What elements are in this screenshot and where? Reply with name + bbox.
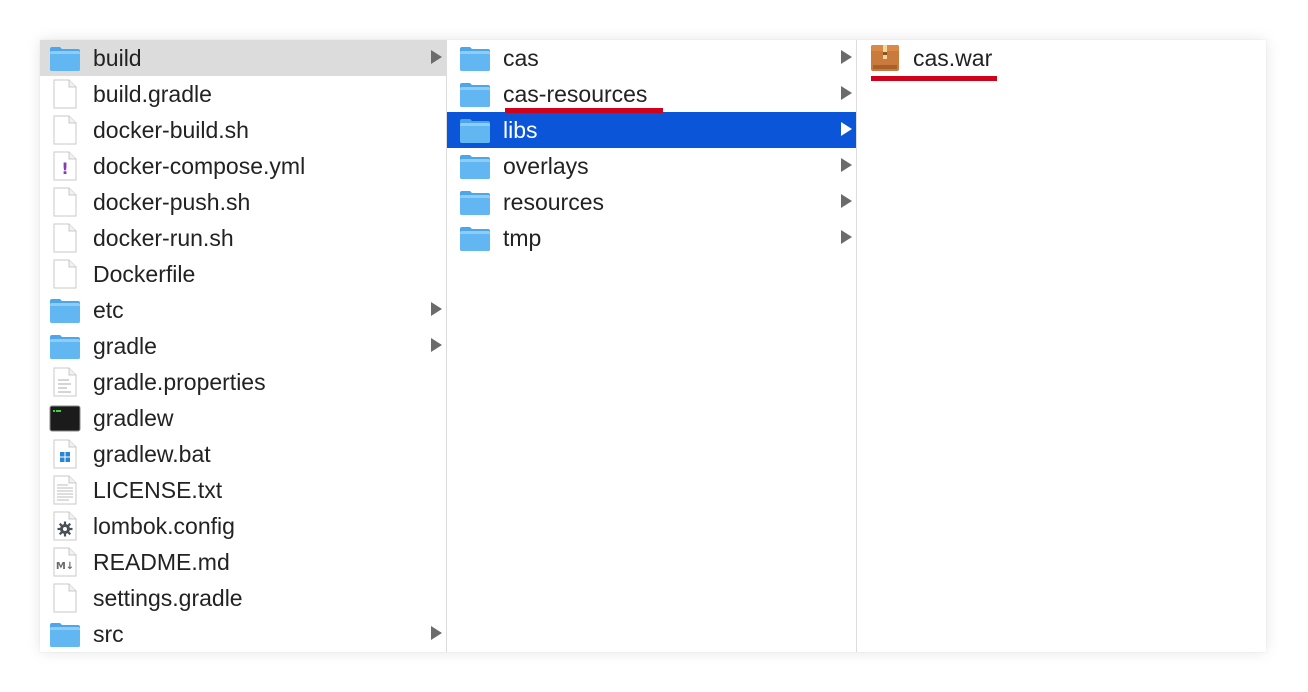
item-label: docker-run.sh (93, 225, 234, 251)
list-item-gradlew-bat[interactable]: gradlew.bat (40, 436, 446, 472)
list-item-tmp[interactable]: tmp (447, 220, 856, 256)
disclosure-arrow-icon (841, 194, 852, 208)
annotation-underline-cas-war (871, 76, 997, 81)
list-item-cas[interactable]: cas (447, 40, 856, 76)
column-2: cas cas-resources libs overlays resources tmp (447, 40, 856, 652)
file-blank-icon (49, 79, 81, 109)
file-doc-icon (49, 475, 81, 505)
item-label: gradlew (93, 405, 174, 431)
disclosure-arrow-icon (841, 86, 852, 100)
item-label: build.gradle (93, 81, 212, 107)
item-label: gradle.properties (93, 369, 266, 395)
file-windows-icon (49, 439, 81, 469)
item-label: lombok.config (93, 513, 235, 539)
list-item-gradle[interactable]: gradle (40, 328, 446, 364)
file-yml-icon: ! (49, 151, 81, 181)
list-item-build-gradle[interactable]: build.gradle (40, 76, 446, 112)
list-item-settings-gradle[interactable]: settings.gradle (40, 580, 446, 616)
terminal-icon (49, 403, 81, 433)
list-item-lombok-config[interactable]: lombok.config (40, 508, 446, 544)
svg-text:M↓: M↓ (56, 561, 74, 572)
folder-icon (459, 115, 491, 145)
item-label: gradlew.bat (93, 441, 211, 467)
file-blank-icon (49, 583, 81, 613)
list-item-cas-resources[interactable]: cas-resources (447, 76, 856, 112)
item-label: docker-compose.yml (93, 153, 306, 179)
list-item-docker-push-sh[interactable]: docker-push.sh (40, 184, 446, 220)
list-item-build[interactable]: build (40, 40, 446, 76)
item-label: docker-build.sh (93, 117, 249, 143)
svg-text:!: ! (61, 159, 68, 178)
disclosure-arrow-icon (841, 158, 852, 172)
item-label: build (93, 45, 142, 71)
list-item-etc[interactable]: etc (40, 292, 446, 328)
disclosure-arrow-icon (431, 50, 442, 64)
item-label: settings.gradle (93, 585, 243, 611)
disclosure-arrow-icon (841, 230, 852, 244)
file-blank-icon (49, 115, 81, 145)
folder-icon (49, 43, 81, 73)
list-item-src[interactable]: src (40, 616, 446, 652)
item-label: LICENSE.txt (93, 477, 223, 503)
item-label: overlays (503, 153, 589, 179)
finder-column-view: build build.gradle docker-build.sh! docker-… (40, 40, 1266, 652)
item-label: Dockerfile (93, 261, 196, 287)
list-item-libs[interactable]: libs (447, 112, 856, 148)
disclosure-arrow-icon (431, 338, 442, 352)
folder-icon (459, 43, 491, 73)
file-blank-icon (49, 259, 81, 289)
list-item-dockerfile[interactable]: Dockerfile (40, 256, 446, 292)
file-text-icon (49, 367, 81, 397)
list-item-resources[interactable]: resources (447, 184, 856, 220)
disclosure-arrow-icon (431, 302, 442, 316)
list-item-docker-run-sh[interactable]: docker-run.sh (40, 220, 446, 256)
folder-icon (459, 223, 491, 253)
folder-icon (459, 79, 491, 109)
item-label: etc (93, 297, 124, 323)
folder-icon (49, 619, 81, 649)
file-blank-icon (49, 187, 81, 217)
folder-icon (49, 331, 81, 361)
item-label: docker-push.sh (93, 189, 251, 215)
item-label: resources (503, 189, 604, 215)
list-item-license-txt[interactable]: LICENSE.txt (40, 472, 446, 508)
disclosure-arrow-icon (431, 626, 442, 640)
list-item-gradlew[interactable]: gradlew (40, 400, 446, 436)
list-item-overlays[interactable]: overlays (447, 148, 856, 184)
item-label: cas-resources (503, 81, 648, 107)
list-item-gradle-properties[interactable]: gradle.properties (40, 364, 446, 400)
item-label: README.md (93, 549, 230, 575)
folder-icon (459, 187, 491, 217)
item-label: cas (503, 45, 539, 71)
file-gear-icon (49, 511, 81, 541)
item-label: src (93, 621, 124, 647)
item-label: gradle (93, 333, 157, 359)
disclosure-arrow-icon (841, 122, 852, 136)
list-item-cas-war[interactable]: cas.war (857, 40, 1266, 76)
list-item-docker-build-sh[interactable]: docker-build.sh (40, 112, 446, 148)
file-blank-icon (49, 223, 81, 253)
column-3: cas.war (857, 40, 1266, 652)
file-markdown-icon: M↓ (49, 547, 81, 577)
list-item-docker-compose-yml[interactable]: ! docker-compose.yml (40, 148, 446, 184)
column-1: build build.gradle docker-build.sh! docker-… (40, 40, 446, 652)
item-label: tmp (503, 225, 542, 251)
item-label: cas.war (913, 45, 993, 71)
disclosure-arrow-icon (841, 50, 852, 64)
list-item-readme-md[interactable]: M↓ README.md (40, 544, 446, 580)
folder-icon (49, 295, 81, 325)
folder-icon (459, 151, 491, 181)
item-label: libs (503, 117, 538, 143)
annotation-underline-cas-resources (505, 108, 663, 113)
archive-icon (869, 43, 901, 73)
